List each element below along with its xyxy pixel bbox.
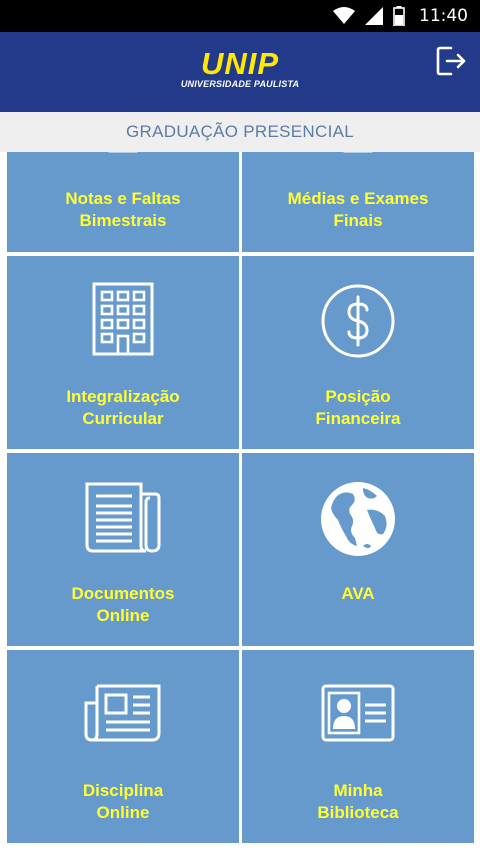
tile-disciplina-online[interactable]: Disciplina Online <box>7 650 239 843</box>
tile-label-line2: Bimestrais <box>79 211 167 230</box>
dollar-icon <box>321 284 395 358</box>
tile-posicao-financeira[interactable]: Posição Financeira <box>242 256 474 449</box>
logo-text: UNIP <box>200 46 280 81</box>
tile-notas-faltas[interactable]: Notas e Faltas Bimestrais <box>7 152 239 252</box>
logout-icon <box>436 46 466 76</box>
tile-label-line2: Online <box>96 606 150 625</box>
building-icon <box>92 282 154 356</box>
id-card-icon <box>321 684 395 742</box>
section-bar: GRADUAÇÃO PRESENCIAL <box>0 112 480 152</box>
tile-label-line2: Biblioteca <box>317 803 399 822</box>
tile-minha-biblioteca[interactable]: Minha Biblioteca <box>242 650 474 843</box>
tile-label-line1: AVA <box>341 584 375 603</box>
tile-label-line1: Documentos <box>71 584 175 603</box>
tile-label-line1: Notas e Faltas <box>65 189 181 208</box>
section-title: GRADUAÇÃO PRESENCIAL <box>126 122 354 141</box>
tile-medias-exames[interactable]: Médias e Exames Finais <box>242 152 474 252</box>
logout-button[interactable] <box>430 41 472 81</box>
wifi-icon <box>333 7 355 24</box>
exams-icon <box>343 152 373 153</box>
tile-label-line2: Curricular <box>82 409 164 428</box>
tile-ava[interactable]: AVA <box>242 453 474 646</box>
tile-label-line2: Financeira <box>315 409 401 428</box>
tile-label-line1: Médias e Exames <box>287 189 429 208</box>
status-time: 11:40 <box>419 6 468 26</box>
signal-icon <box>365 7 383 25</box>
globe-icon <box>321 482 395 556</box>
battery-icon <box>393 6 405 26</box>
tile-label-line1: Disciplina <box>82 781 164 800</box>
unip-logo: UNIP UNIVERSIDADE PAULISTA <box>172 46 308 89</box>
notes-icon <box>108 152 138 153</box>
tile-label-line2: Online <box>96 803 150 822</box>
news-icon <box>84 684 161 742</box>
tile-integralizacao[interactable]: Integralização Curricular <box>7 256 239 449</box>
menu-grid: Notas e Faltas Bimestrais Médias e Exame… <box>0 152 480 853</box>
tile-label-line1: Posição <box>325 387 391 406</box>
tile-label-line1: Integralização <box>66 387 180 406</box>
status-bar: 11:40 <box>0 0 480 32</box>
tile-documentos-online[interactable]: Documentos Online <box>7 453 239 646</box>
newspaper-icon <box>85 482 161 553</box>
tile-label-line1: Minha <box>333 781 383 800</box>
tile-label-line2: Finais <box>333 211 383 230</box>
logo-subtitle: UNIVERSIDADE PAULISTA <box>180 79 300 89</box>
